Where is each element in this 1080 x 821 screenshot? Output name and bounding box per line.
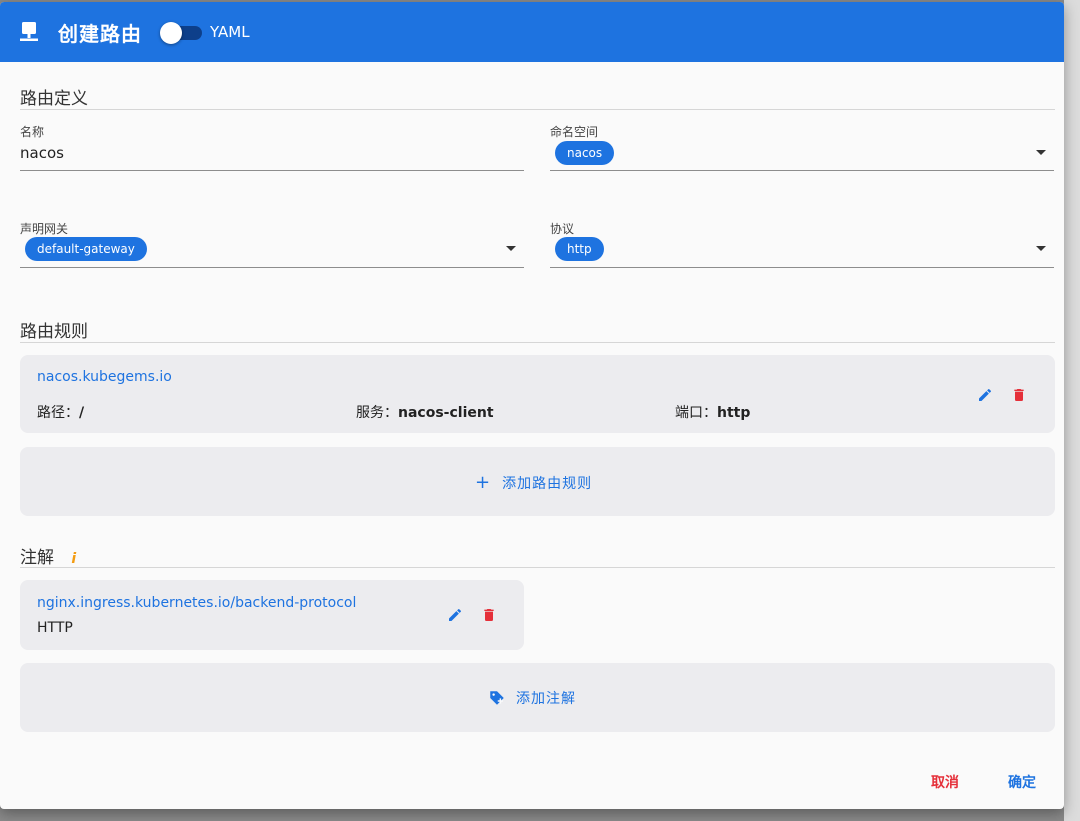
divider bbox=[20, 567, 1055, 568]
gateway-chip: default-gateway bbox=[25, 237, 147, 261]
gateway-select-label: 声明网关 bbox=[20, 222, 69, 236]
chevron-down-icon[interactable] bbox=[506, 246, 516, 251]
add-route-rule-action[interactable]: + 添加路由规则 bbox=[475, 473, 592, 493]
namespace-select-label: 命名空间 bbox=[550, 125, 599, 139]
route-rule-service-value: nacos-client bbox=[398, 405, 494, 421]
add-route-rule-button[interactable]: + 添加路由规则 bbox=[20, 447, 1055, 516]
yaml-toggle[interactable] bbox=[160, 22, 202, 44]
annotation-value: HTTP bbox=[37, 620, 73, 636]
info-icon[interactable]: i bbox=[71, 551, 76, 567]
route-rule-port-label: 端口： bbox=[675, 405, 717, 421]
tag-plus-icon bbox=[490, 691, 504, 705]
add-annotation-label: 添加注解 bbox=[516, 691, 576, 707]
route-rule-path: 路径：/ bbox=[37, 402, 84, 422]
section-title-annotations: 注解 i bbox=[20, 543, 76, 568]
name-field-underline bbox=[20, 170, 524, 171]
route-rule-path-value: / bbox=[79, 405, 85, 421]
protocol-chip: http bbox=[555, 237, 604, 261]
protocol-select-label: 协议 bbox=[550, 222, 575, 236]
name-field-label: 名称 bbox=[20, 125, 45, 139]
route-rule-port-value: http bbox=[717, 405, 751, 421]
route-rule-host[interactable]: nacos.kubegems.io bbox=[37, 369, 172, 385]
annotation-key[interactable]: nginx.ingress.kubernetes.io/backend-prot… bbox=[37, 595, 356, 611]
dialog-title: 创建路由 bbox=[58, 21, 142, 46]
cancel-button[interactable]: 取消 bbox=[931, 772, 959, 792]
plus-icon: + bbox=[475, 472, 491, 493]
annotation-card: nginx.ingress.kubernetes.io/backend-prot… bbox=[20, 580, 524, 650]
chevron-down-icon[interactable] bbox=[1036, 150, 1046, 155]
trash-icon[interactable] bbox=[479, 605, 499, 625]
route-rule-service-label: 服务： bbox=[356, 405, 398, 421]
name-field-value[interactable]: nacos bbox=[20, 144, 64, 162]
backdrop bbox=[1064, 0, 1080, 821]
route-rule-port: 端口：http bbox=[675, 402, 750, 422]
route-rule-path-label: 路径： bbox=[37, 405, 79, 421]
pencil-icon[interactable] bbox=[975, 385, 995, 405]
annotations-title-text: 注解 bbox=[20, 548, 54, 568]
add-annotation-action[interactable]: 添加注解 bbox=[488, 688, 576, 708]
create-route-dialog: 创建路由 YAML 路由定义 名称 nacos 命名空间 nacos 声明网关 … bbox=[0, 2, 1064, 809]
chevron-down-icon[interactable] bbox=[1036, 246, 1046, 251]
route-rule-service: 服务：nacos-client bbox=[356, 402, 494, 422]
protocol-select-underline bbox=[550, 267, 1054, 268]
monitor-icon bbox=[20, 22, 38, 41]
section-title-route-rules: 路由规则 bbox=[20, 322, 88, 342]
namespace-chip: nacos bbox=[555, 141, 615, 165]
section-title-route-definition: 路由定义 bbox=[20, 89, 88, 109]
gateway-select-underline bbox=[20, 267, 524, 268]
route-rule-card: nacos.kubegems.io 路径：/ 服务：nacos-client 端… bbox=[20, 355, 1055, 433]
add-route-rule-label: 添加路由规则 bbox=[502, 476, 593, 492]
add-annotation-button[interactable]: 添加注解 bbox=[20, 663, 1055, 732]
divider bbox=[20, 342, 1055, 343]
dialog-header: 创建路由 YAML bbox=[0, 2, 1064, 62]
namespace-select-underline bbox=[550, 170, 1054, 171]
yaml-label: YAML bbox=[210, 23, 250, 41]
trash-icon[interactable] bbox=[1009, 385, 1029, 405]
confirm-button[interactable]: 确定 bbox=[1008, 772, 1036, 792]
divider bbox=[20, 109, 1055, 110]
pencil-icon[interactable] bbox=[445, 605, 465, 625]
yaml-toggle-knob bbox=[160, 22, 182, 44]
